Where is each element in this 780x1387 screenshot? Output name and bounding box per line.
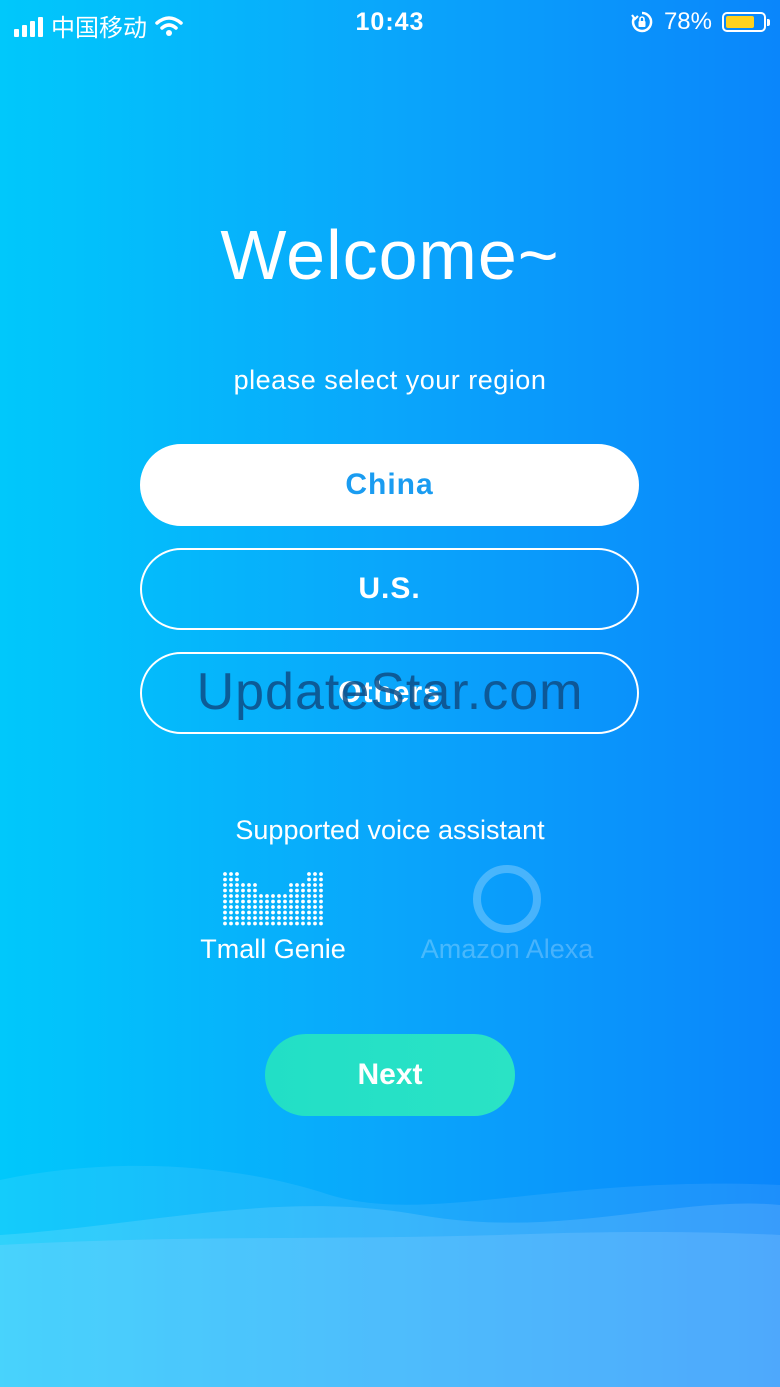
assistant-amazon-alexa[interactable]: Amazon Alexa: [405, 865, 609, 965]
tmall-genie-icon: [190, 868, 356, 930]
assistant-name: Tmall Genie: [200, 934, 346, 964]
next-button[interactable]: Next: [265, 1034, 515, 1116]
assistant-tmall-genie[interactable]: Tmall Genie: [190, 868, 356, 965]
wave-decoration: [0, 1165, 780, 1387]
status-bar: 中国移动 10:43 78%: [0, 0, 780, 44]
battery-icon: [722, 12, 770, 32]
voice-assistant-title: Supported voice assistant: [235, 815, 545, 845]
alexa-icon: [405, 865, 609, 933]
region-button-us[interactable]: U.S.: [140, 548, 639, 630]
watermark: UpdateStar.com: [196, 663, 584, 721]
region-prompt: please select your region: [233, 365, 547, 395]
battery-fill: [726, 16, 755, 28]
rotation-lock-icon: [631, 11, 653, 33]
welcome-title: Welcome~: [220, 216, 560, 294]
status-bar-right: 78%: [630, 8, 770, 36]
region-button-china[interactable]: China: [140, 444, 639, 526]
battery-percent: 78%: [663, 8, 712, 35]
assistant-name: Amazon Alexa: [420, 934, 594, 964]
